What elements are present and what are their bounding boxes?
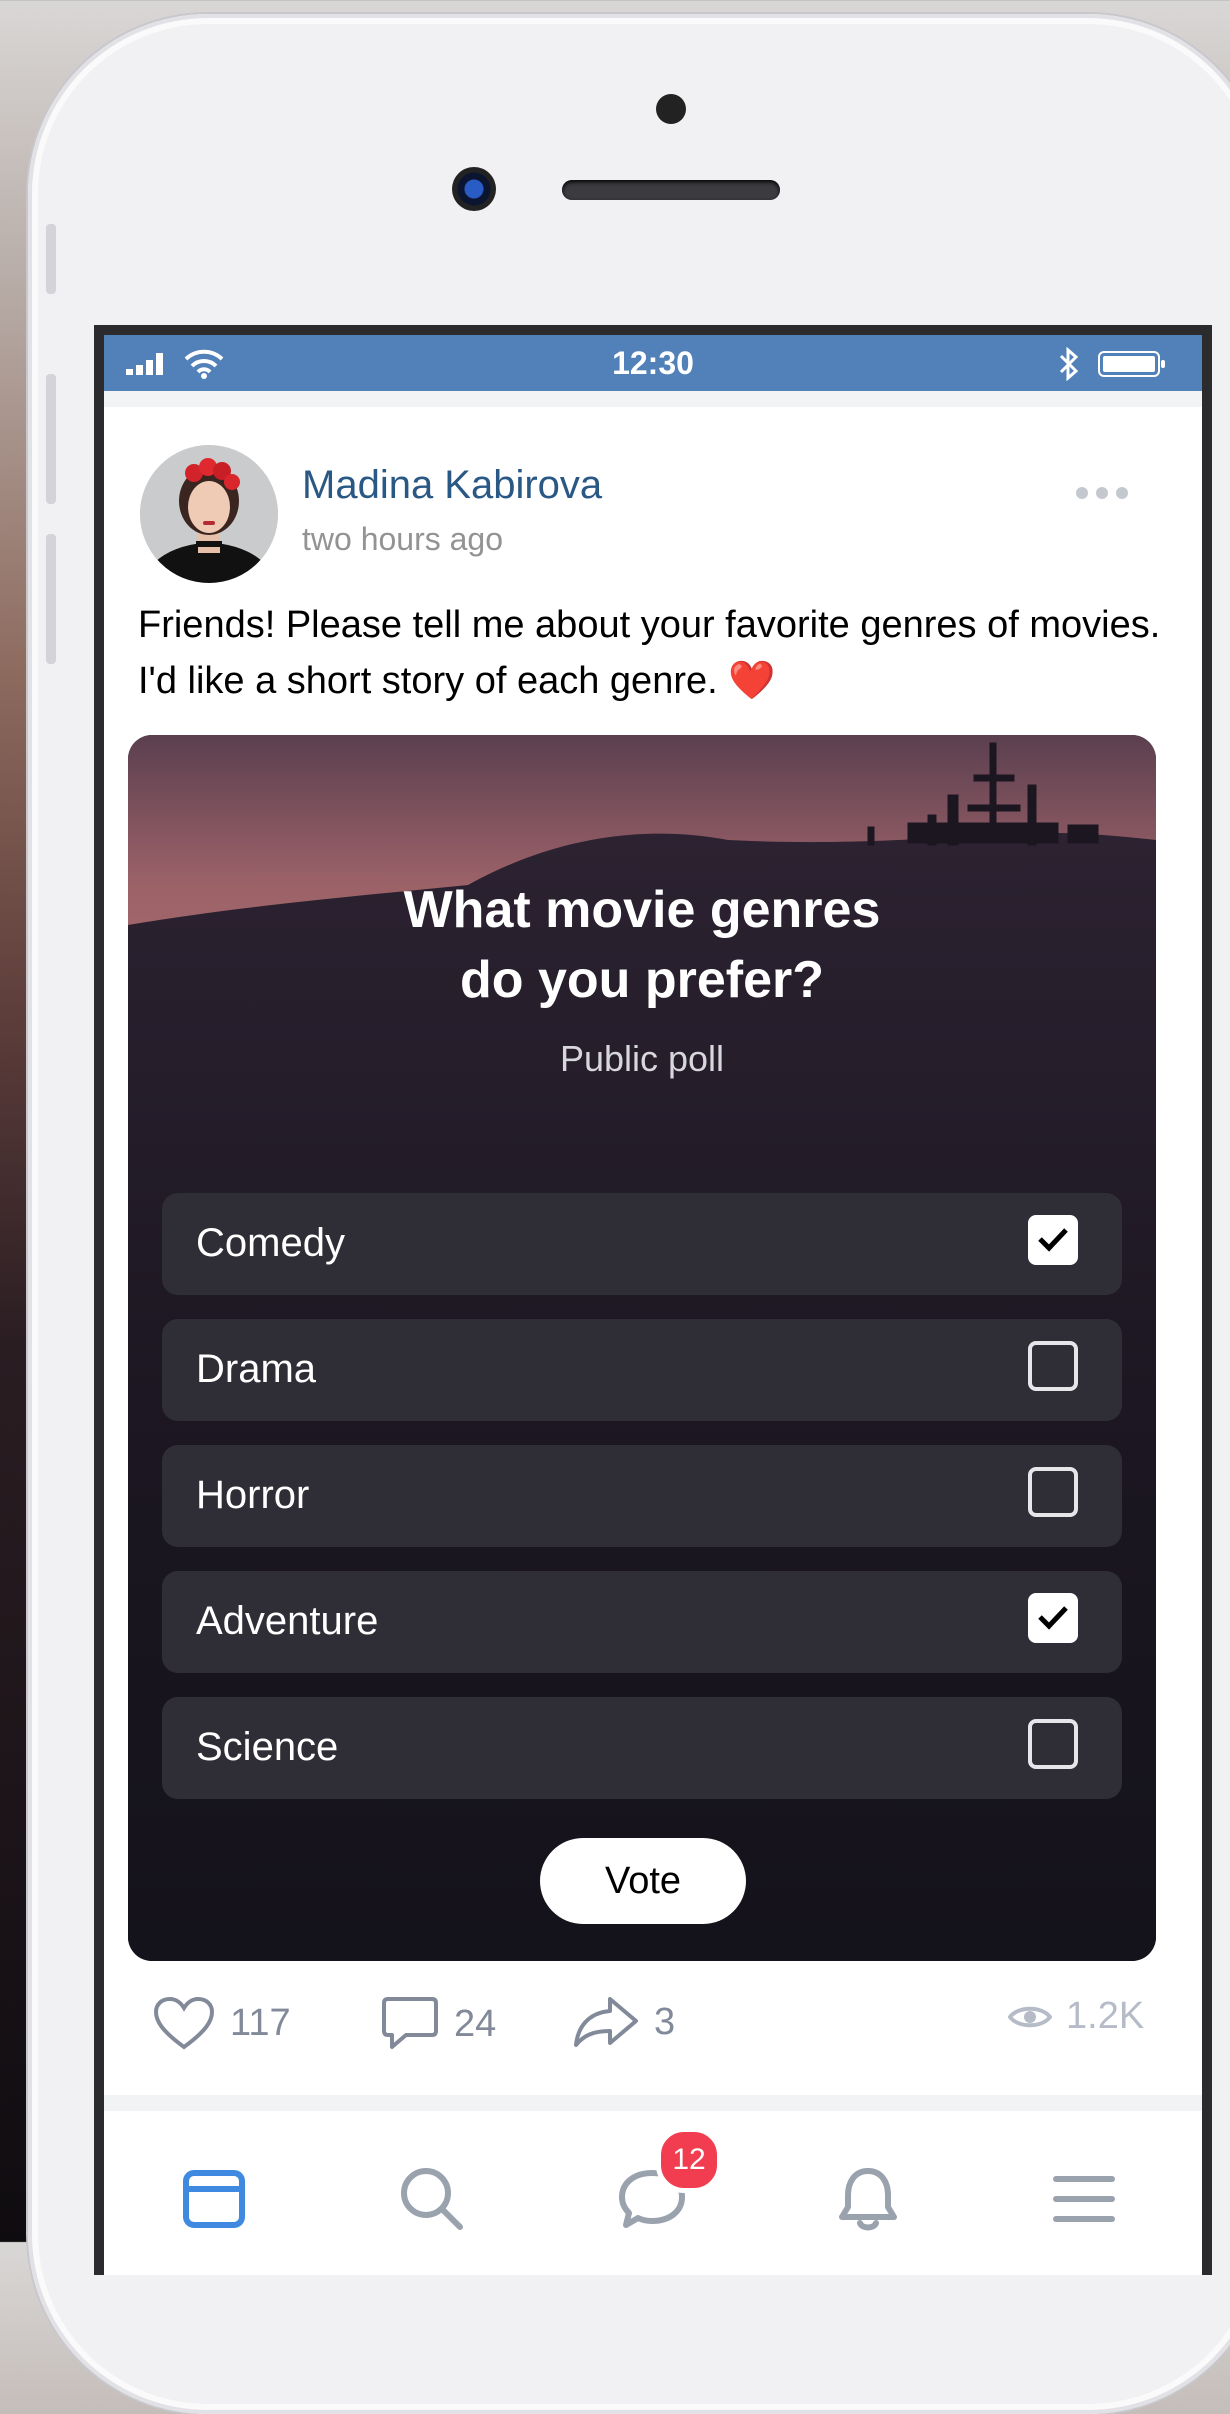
volume-up-button xyxy=(46,374,56,504)
news-feed-tab-icon[interactable] xyxy=(174,2159,254,2239)
like-count: 117 xyxy=(230,2001,291,2044)
poll-option-label: Adventure xyxy=(196,1599,379,1643)
poll-option-drama[interactable]: Drama xyxy=(162,1319,1122,1421)
mute-switch xyxy=(46,224,56,294)
proximity-sensor xyxy=(656,94,686,124)
avatar[interactable] xyxy=(140,445,278,583)
share-button[interactable]: 3 xyxy=(572,1995,675,2049)
user-portrait-icon xyxy=(140,445,278,583)
poll-option-label: Comedy xyxy=(196,1221,345,1265)
heart-icon xyxy=(153,1996,215,2050)
checkbox-unchecked[interactable] xyxy=(1028,1341,1078,1391)
poll-option-science[interactable]: Science xyxy=(162,1697,1122,1799)
post-timestamp: two hours ago xyxy=(302,521,504,557)
post-actions-bar: 117 24 3 1.2K xyxy=(104,1973,1202,2073)
feed-separator xyxy=(104,2095,1202,2111)
notifications-tab-icon[interactable] xyxy=(828,2159,908,2239)
poll-subtitle: Public poll xyxy=(559,1038,725,1079)
poll-option-label: Drama xyxy=(196,1347,317,1391)
post-text: Friends! Please tell me about your favor… xyxy=(138,604,1161,702)
eye-icon xyxy=(1008,2006,1052,2027)
checkbox-checked[interactable] xyxy=(1028,1593,1078,1643)
phone-screen: 12:30 Madina Kabirova two hours ago Frie… xyxy=(94,325,1212,2275)
poll-card: What movie genres do you prefer? Public … xyxy=(128,735,1156,1961)
messages-unread-badge: 12 xyxy=(656,2127,722,2193)
poll-title-line-2: do you prefer? xyxy=(459,951,825,1009)
vote-button[interactable]: Vote xyxy=(540,1838,746,1924)
poll-title-line-1: What movie genres xyxy=(403,881,881,939)
volume-down-button xyxy=(46,534,56,664)
checkmark-icon xyxy=(1038,1228,1068,1252)
poll-option-adventure[interactable]: Adventure xyxy=(162,1571,1122,1673)
checkbox-unchecked[interactable] xyxy=(1028,1719,1078,1769)
share-icon xyxy=(574,1997,638,2047)
comment-button[interactable]: 24 xyxy=(380,1995,496,2053)
poll-option-label: Horror xyxy=(196,1473,310,1517)
like-button[interactable]: 117 xyxy=(152,1995,291,2051)
author-name-link[interactable]: Madina Kabirova xyxy=(302,463,602,508)
menu-tab-icon[interactable] xyxy=(1044,2159,1124,2239)
view-count: 1.2K xyxy=(1066,1995,1145,2037)
battery-icon xyxy=(1098,351,1165,377)
search-tab-icon[interactable] xyxy=(392,2159,472,2239)
status-time: 12:30 xyxy=(612,345,694,381)
checkbox-unchecked[interactable] xyxy=(1028,1467,1078,1517)
comment-count: 24 xyxy=(454,2002,497,2045)
view-counter: 1.2K xyxy=(1008,1995,1144,2038)
checkbox-checked[interactable] xyxy=(1028,1215,1078,1265)
earpiece-speaker xyxy=(562,180,780,200)
bottom-tab-bar: 12 xyxy=(104,2111,1202,2275)
checkmark-icon xyxy=(1038,1606,1068,1630)
comment-icon xyxy=(382,1997,438,2049)
bluetooth-icon xyxy=(1059,347,1079,381)
poll-option-comedy[interactable]: Comedy xyxy=(162,1193,1122,1295)
share-count: 3 xyxy=(654,2000,676,2043)
front-camera xyxy=(452,167,496,211)
feed-separator xyxy=(104,391,1202,407)
more-options-icon[interactable] xyxy=(1074,485,1130,501)
poll-option-horror[interactable]: Horror xyxy=(162,1445,1122,1547)
poll-title: What movie genres do you prefer? xyxy=(128,875,1156,1015)
poll-option-label: Science xyxy=(196,1725,339,1769)
status-bar: 12:30 xyxy=(104,335,1202,391)
